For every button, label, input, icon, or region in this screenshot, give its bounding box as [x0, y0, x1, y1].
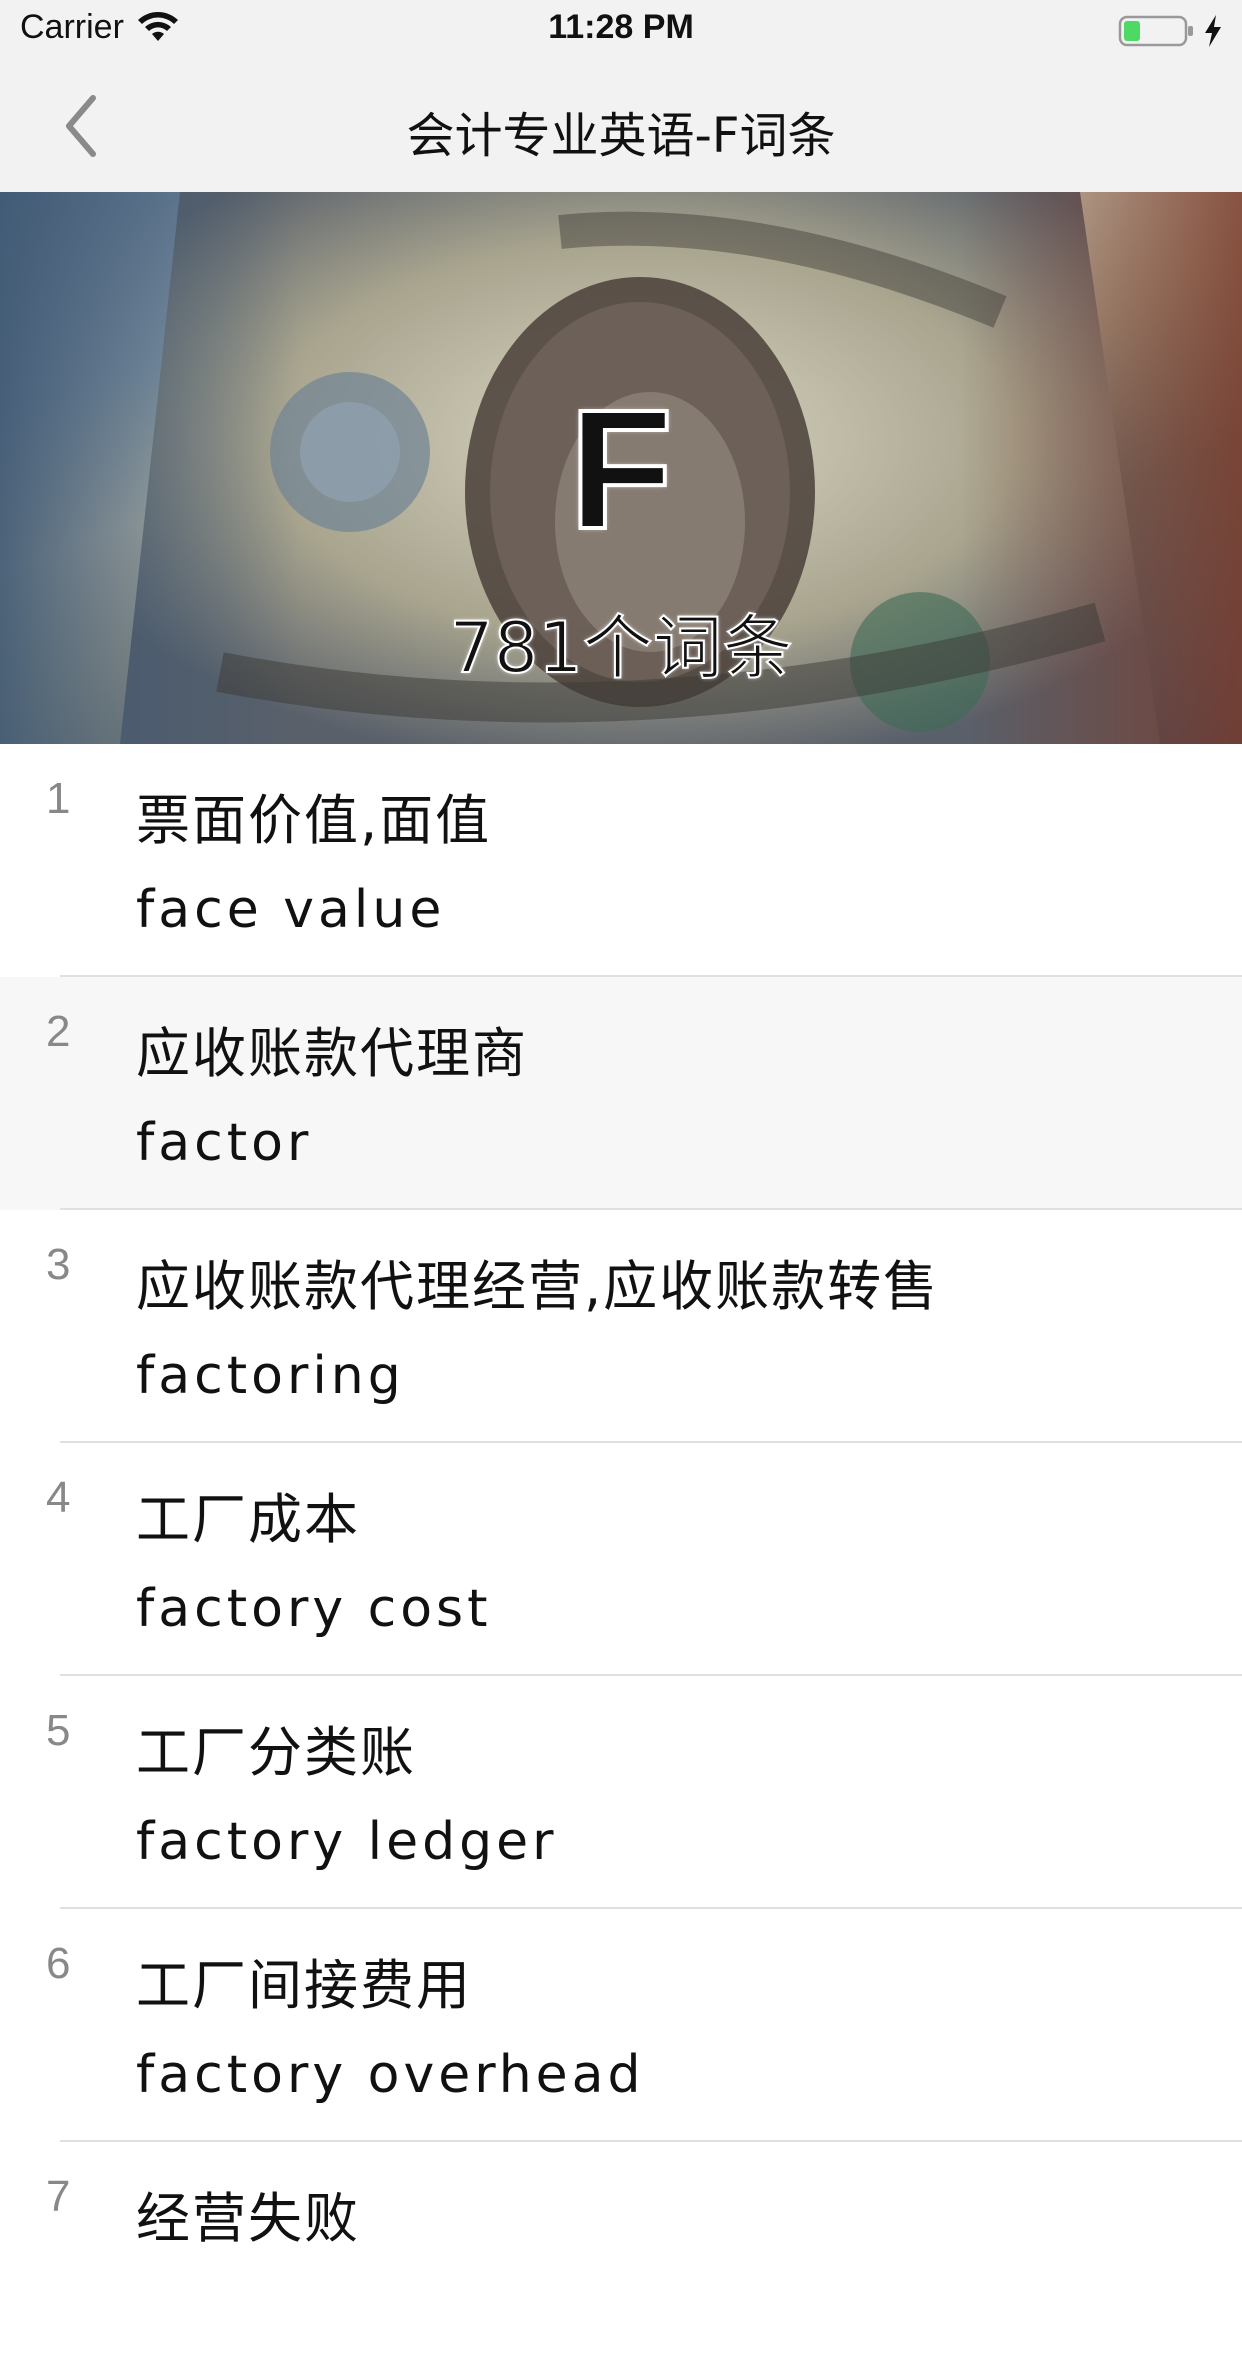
banner-letter: F: [567, 373, 675, 567]
term-index: 2: [46, 1007, 71, 1056]
list-item[interactable]: 4 工厂成本 factory cost: [0, 1443, 1242, 1676]
battery-icon: [1118, 15, 1193, 47]
term-chinese: 应收账款代理经营,应收账款转售: [136, 1255, 940, 1318]
term-chinese: 工厂成本: [136, 1488, 360, 1551]
battery-indicator: [1118, 14, 1224, 48]
list-item[interactable]: 1 票面价值,面值 face value: [0, 744, 1242, 977]
term-english: factoring: [136, 1346, 405, 1406]
term-english: factory cost: [136, 1579, 492, 1639]
term-chinese: 票面价值,面值: [136, 789, 492, 852]
status-time: 11:28 PM: [548, 8, 694, 46]
term-chinese: 应收账款代理商: [136, 1022, 528, 1085]
term-index: 6: [46, 1939, 71, 1988]
term-index: 1: [46, 774, 71, 823]
term-english: factory overhead: [136, 2045, 645, 2105]
term-english: factory ledger: [136, 1812, 558, 1872]
header-banner: F 781个词条: [0, 192, 1242, 744]
term-index: 3: [46, 1240, 71, 1289]
list-item[interactable]: 2 应收账款代理商 factor: [0, 977, 1242, 1210]
list-item[interactable]: 6 工厂间接费用 factory overhead: [0, 1909, 1242, 2142]
term-chinese: 工厂间接费用: [136, 1954, 472, 2017]
term-index: 7: [46, 2172, 71, 2221]
term-chinese: 经营失败: [136, 2187, 360, 2250]
navigation-bar: 会计专业英语-F词条: [0, 60, 1242, 193]
term-english: factor: [136, 1113, 313, 1173]
term-list: 1 票面价值,面值 face value 2 应收账款代理商 factor 3 …: [0, 744, 1242, 2375]
page-title: 会计专业英语-F词条: [406, 108, 836, 164]
term-index: 5: [46, 1706, 71, 1755]
list-item[interactable]: 5 工厂分类账 factory ledger: [0, 1676, 1242, 1909]
charging-bolt-icon: [1205, 15, 1221, 47]
term-index: 4: [46, 1473, 71, 1522]
list-item[interactable]: 3 应收账款代理经营,应收账款转售 factoring: [0, 1210, 1242, 1443]
term-chinese: 工厂分类账: [136, 1721, 416, 1784]
term-count: 781个词条: [448, 606, 794, 690]
term-english: face value: [136, 880, 446, 940]
status-bar: Carrier 11:28 PM: [0, 0, 1242, 60]
list-item[interactable]: 7 经营失败: [0, 2142, 1242, 2375]
